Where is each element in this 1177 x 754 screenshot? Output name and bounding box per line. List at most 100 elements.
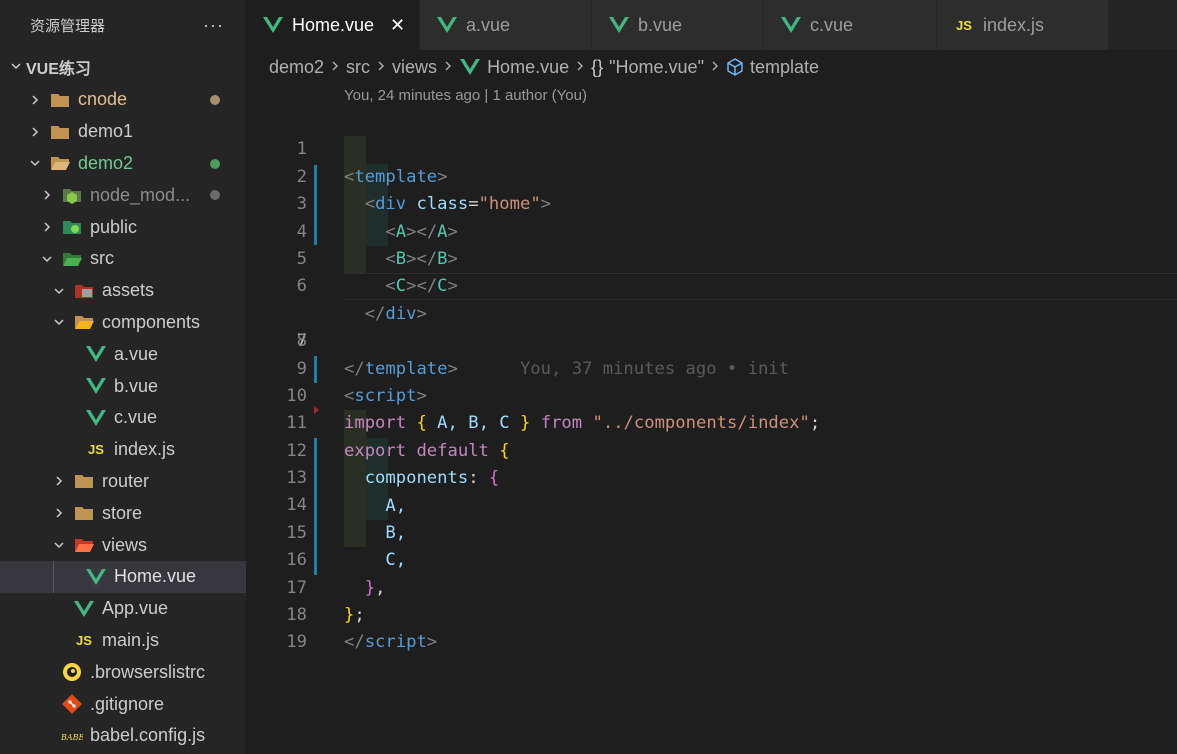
chevron-right-icon	[38, 186, 56, 204]
file-tree: cnode demo1 demo2 node_mod... public src…	[0, 84, 246, 752]
js-icon: JS	[88, 442, 104, 458]
tab-home-vue[interactable]: Home.vue ✕	[246, 0, 420, 50]
tree-item-node-modules[interactable]: node_mod...	[0, 179, 246, 211]
tree-item-store[interactable]: store	[0, 497, 246, 529]
tree-item-label: c.vue	[114, 407, 158, 428]
js-icon: JS	[956, 17, 972, 33]
tree-item-label: Home.vue	[114, 566, 197, 587]
code-editor[interactable]: 1 <template> 2 <div class="home"> 3 <A><…	[246, 109, 1177, 652]
tree-item-label: App.vue	[102, 598, 169, 619]
tree-item-label: src	[90, 248, 114, 269]
tree-item-c-vue[interactable]: c.vue	[0, 402, 246, 434]
code-line-current: 7 </template> You, 37 minutes ago • init	[246, 273, 1177, 379]
breadcrumb-item[interactable]: views	[392, 57, 437, 78]
code-line: 5 <C></C>	[246, 219, 1177, 296]
tree-item-home-vue[interactable]: Home.vue	[0, 560, 246, 593]
code-line: 16 },	[246, 520, 1177, 597]
tree-item-assets[interactable]: assets	[0, 275, 246, 307]
tree-item-components[interactable]: components	[0, 307, 246, 339]
vue-icon	[84, 344, 108, 364]
svg-text:BABEL: BABEL	[61, 733, 83, 742]
code-line: 8	[246, 301, 1177, 351]
chevron-down-icon	[38, 250, 56, 268]
code-line: 13 A,	[246, 438, 1177, 515]
code-line: 6 </div>	[246, 246, 1177, 323]
vue-icon	[606, 15, 632, 35]
tab-c-vue[interactable]: c.vue	[764, 0, 937, 50]
workspace-header[interactable]: VUE练习	[0, 50, 246, 84]
breadcrumb-item[interactable]: "Home.vue"	[609, 57, 704, 78]
cube-icon	[726, 58, 744, 76]
tree-item-browserslistrc[interactable]: .browserslistrc	[0, 656, 246, 688]
tree-item-label: demo1	[78, 121, 134, 142]
tab-b-vue[interactable]: b.vue	[592, 0, 764, 50]
tree-item-views[interactable]: views	[0, 529, 246, 561]
code-line: 17 };	[246, 547, 1177, 625]
tab-bar: Home.vue ✕ a.vue b.vue c.vue JS index.js	[246, 0, 1177, 50]
tab-label: index.js	[983, 14, 1045, 35]
chevron-right-icon	[50, 472, 68, 490]
breadcrumb-item[interactable]: demo2	[269, 57, 324, 78]
tab-index-js[interactable]: JS index.js	[937, 0, 1109, 50]
code-line: 10 import { A, B, C } from "../component…	[246, 356, 1177, 433]
babel-icon: BABEL	[60, 726, 84, 746]
tree-item-demo1[interactable]: demo1	[0, 116, 246, 148]
tree-item-public[interactable]: public	[0, 211, 246, 243]
tab-label: a.vue	[466, 14, 511, 35]
tree-item-label: views	[102, 534, 148, 555]
folder-icon	[48, 90, 72, 110]
tree-item-b-vue[interactable]: b.vue	[0, 370, 246, 402]
breadcrumb-item[interactable]: Home.vue	[487, 57, 569, 78]
chevron-right-icon	[376, 59, 386, 75]
tree-item-label: main.js	[102, 629, 160, 650]
chevron-right-icon	[330, 59, 340, 75]
tree-item-label: components	[102, 311, 201, 332]
code-line: 3 <A></A>	[246, 164, 1177, 241]
js-icon: JS	[76, 632, 92, 648]
code-token: script	[364, 632, 427, 653]
tree-item-app-vue[interactable]: App.vue	[0, 593, 246, 625]
folder-open-icon	[48, 153, 72, 173]
explorer-sidebar: 资源管理器 ··· VUE练习 cnode demo1 demo2 node_m…	[0, 0, 246, 754]
modified-dot	[210, 158, 220, 169]
chevron-right-icon	[26, 91, 44, 109]
tree-item-gitignore[interactable]: .gitignore	[0, 688, 246, 720]
editor-area: Home.vue ✕ a.vue b.vue c.vue JS index.js…	[246, 0, 1177, 754]
tree-item-router[interactable]: router	[0, 466, 246, 498]
modified-dot	[210, 95, 220, 105]
workspace-label: VUE练习	[26, 61, 91, 78]
assets-folder-icon	[72, 281, 96, 301]
tree-item-label: a.vue	[114, 343, 159, 364]
codelens-blame[interactable]: You, 24 minutes ago | 1 author (You)	[344, 87, 587, 104]
vue-icon	[84, 567, 108, 587]
tree-item-src[interactable]: src	[0, 243, 246, 275]
tree-item-label: cnode	[78, 89, 128, 110]
tree-item-babel-config[interactable]: BABEL babel.config.js	[0, 720, 246, 752]
more-actions-button[interactable]: ···	[203, 15, 224, 36]
chevron-down-icon	[50, 313, 68, 331]
tree-item-cnode[interactable]: cnode	[0, 84, 246, 116]
tree-item-label: babel.config.js	[90, 725, 206, 746]
breadcrumb-item[interactable]: src	[346, 57, 370, 78]
chevron-right-icon	[26, 123, 44, 141]
vue-icon	[72, 599, 96, 619]
tree-item-a-vue[interactable]: a.vue	[0, 338, 246, 370]
tree-item-label: .gitignore	[90, 693, 165, 714]
tree-item-label: assets	[102, 280, 155, 301]
explorer-title: 资源管理器	[30, 17, 106, 35]
tab-label: c.vue	[810, 14, 854, 35]
close-icon[interactable]: ✕	[390, 15, 405, 36]
tree-item-label: store	[102, 502, 143, 523]
vue-icon	[84, 408, 108, 428]
code-line: 2 <div class="home">	[246, 136, 1177, 214]
tree-item-label: index.js	[114, 439, 176, 460]
tab-a-vue[interactable]: a.vue	[420, 0, 592, 50]
tree-item-index-js[interactable]: JS index.js	[0, 434, 246, 466]
tree-item-demo2[interactable]: demo2	[0, 148, 246, 180]
breadcrumb-item[interactable]: template	[750, 57, 819, 78]
vue-icon	[778, 15, 804, 35]
folder-icon	[72, 471, 96, 491]
tree-item-main-js[interactable]: JS main.js	[0, 625, 246, 657]
code-token: >	[426, 632, 438, 653]
chevron-right-icon	[38, 218, 56, 236]
